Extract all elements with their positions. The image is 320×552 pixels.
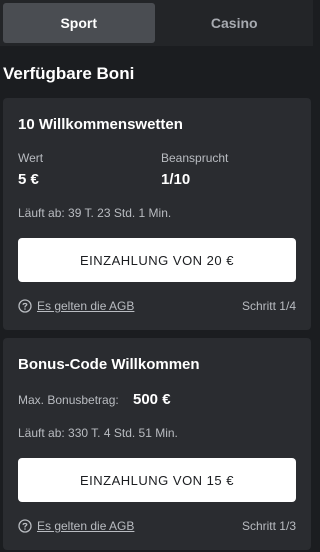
tab-casino[interactable]: Casino [159, 3, 311, 43]
step-indicator: Schritt 1/3 [241, 519, 296, 533]
question-circle-icon [18, 519, 32, 533]
card-footer: Es gelten die AGB Schritt 1/4 [18, 298, 296, 314]
bonus-title: Bonus-Code Willkommen [18, 356, 200, 373]
terms-link[interactable]: Es gelten die AGB [37, 519, 134, 533]
bonus-card: 10 Willkommenswetten Wert 5 € Beanspruch… [3, 98, 311, 330]
value-label: Wert [18, 151, 44, 165]
claimed-value: 1/10 [161, 171, 191, 188]
deposit-button[interactable]: EINZAHLUNG VON 20 € [18, 238, 296, 282]
expiry-text: Läuft ab: 39 T. 23 Std. 1 Min. [18, 206, 172, 220]
question-circle-icon [18, 299, 32, 313]
max-bonus-label: Max. Bonusbetrag: [18, 393, 119, 407]
terms: Es gelten die AGB [18, 299, 134, 313]
deposit-button[interactable]: EINZAHLUNG VON 15 € [18, 458, 296, 502]
tab-bar: Sport Casino [0, 0, 313, 46]
bonus-title: 10 Willkommenswetten [18, 116, 183, 133]
bonus-card: Bonus-Code Willkommen Max. Bonusbetrag: … [3, 338, 311, 550]
expiry-text: Läuft ab: 330 T. 4 Std. 51 Min. [18, 426, 178, 440]
tab-sport[interactable]: Sport [3, 3, 155, 43]
value-amount: 5 € [18, 171, 39, 188]
max-bonus-value: 500 € [133, 391, 171, 408]
section-title: Verfügbare Boni [3, 64, 135, 83]
terms-link[interactable]: Es gelten die AGB [37, 299, 134, 313]
step-indicator: Schritt 1/4 [241, 299, 296, 313]
card-footer: Es gelten die AGB Schritt 1/3 [18, 518, 296, 534]
claimed-label: Beansprucht [161, 151, 229, 165]
terms: Es gelten die AGB [18, 519, 134, 533]
